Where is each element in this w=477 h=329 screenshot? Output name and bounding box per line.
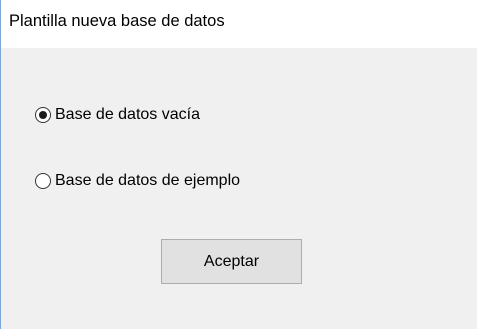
- dialog-content: Base de datos vacía Base de datos de eje…: [1, 48, 477, 329]
- accept-button[interactable]: Aceptar: [161, 239, 302, 284]
- radio-selected-dot: [39, 111, 47, 119]
- title-bar[interactable]: Plantilla nueva base de datos: [1, 0, 477, 48]
- option-empty-database[interactable]: Base de datos vacía: [35, 104, 200, 126]
- option-empty-database-label[interactable]: Base de datos vacía: [55, 106, 200, 124]
- option-sample-database-label[interactable]: Base de datos de ejemplo: [55, 172, 240, 190]
- window-title: Plantilla nueva base de datos: [9, 12, 225, 30]
- radio-button-empty-database[interactable]: [35, 107, 51, 123]
- dialog-window: Plantilla nueva base de datos Base de da…: [0, 0, 477, 329]
- radio-button-sample-database[interactable]: [35, 173, 51, 189]
- option-sample-database[interactable]: Base de datos de ejemplo: [35, 170, 240, 192]
